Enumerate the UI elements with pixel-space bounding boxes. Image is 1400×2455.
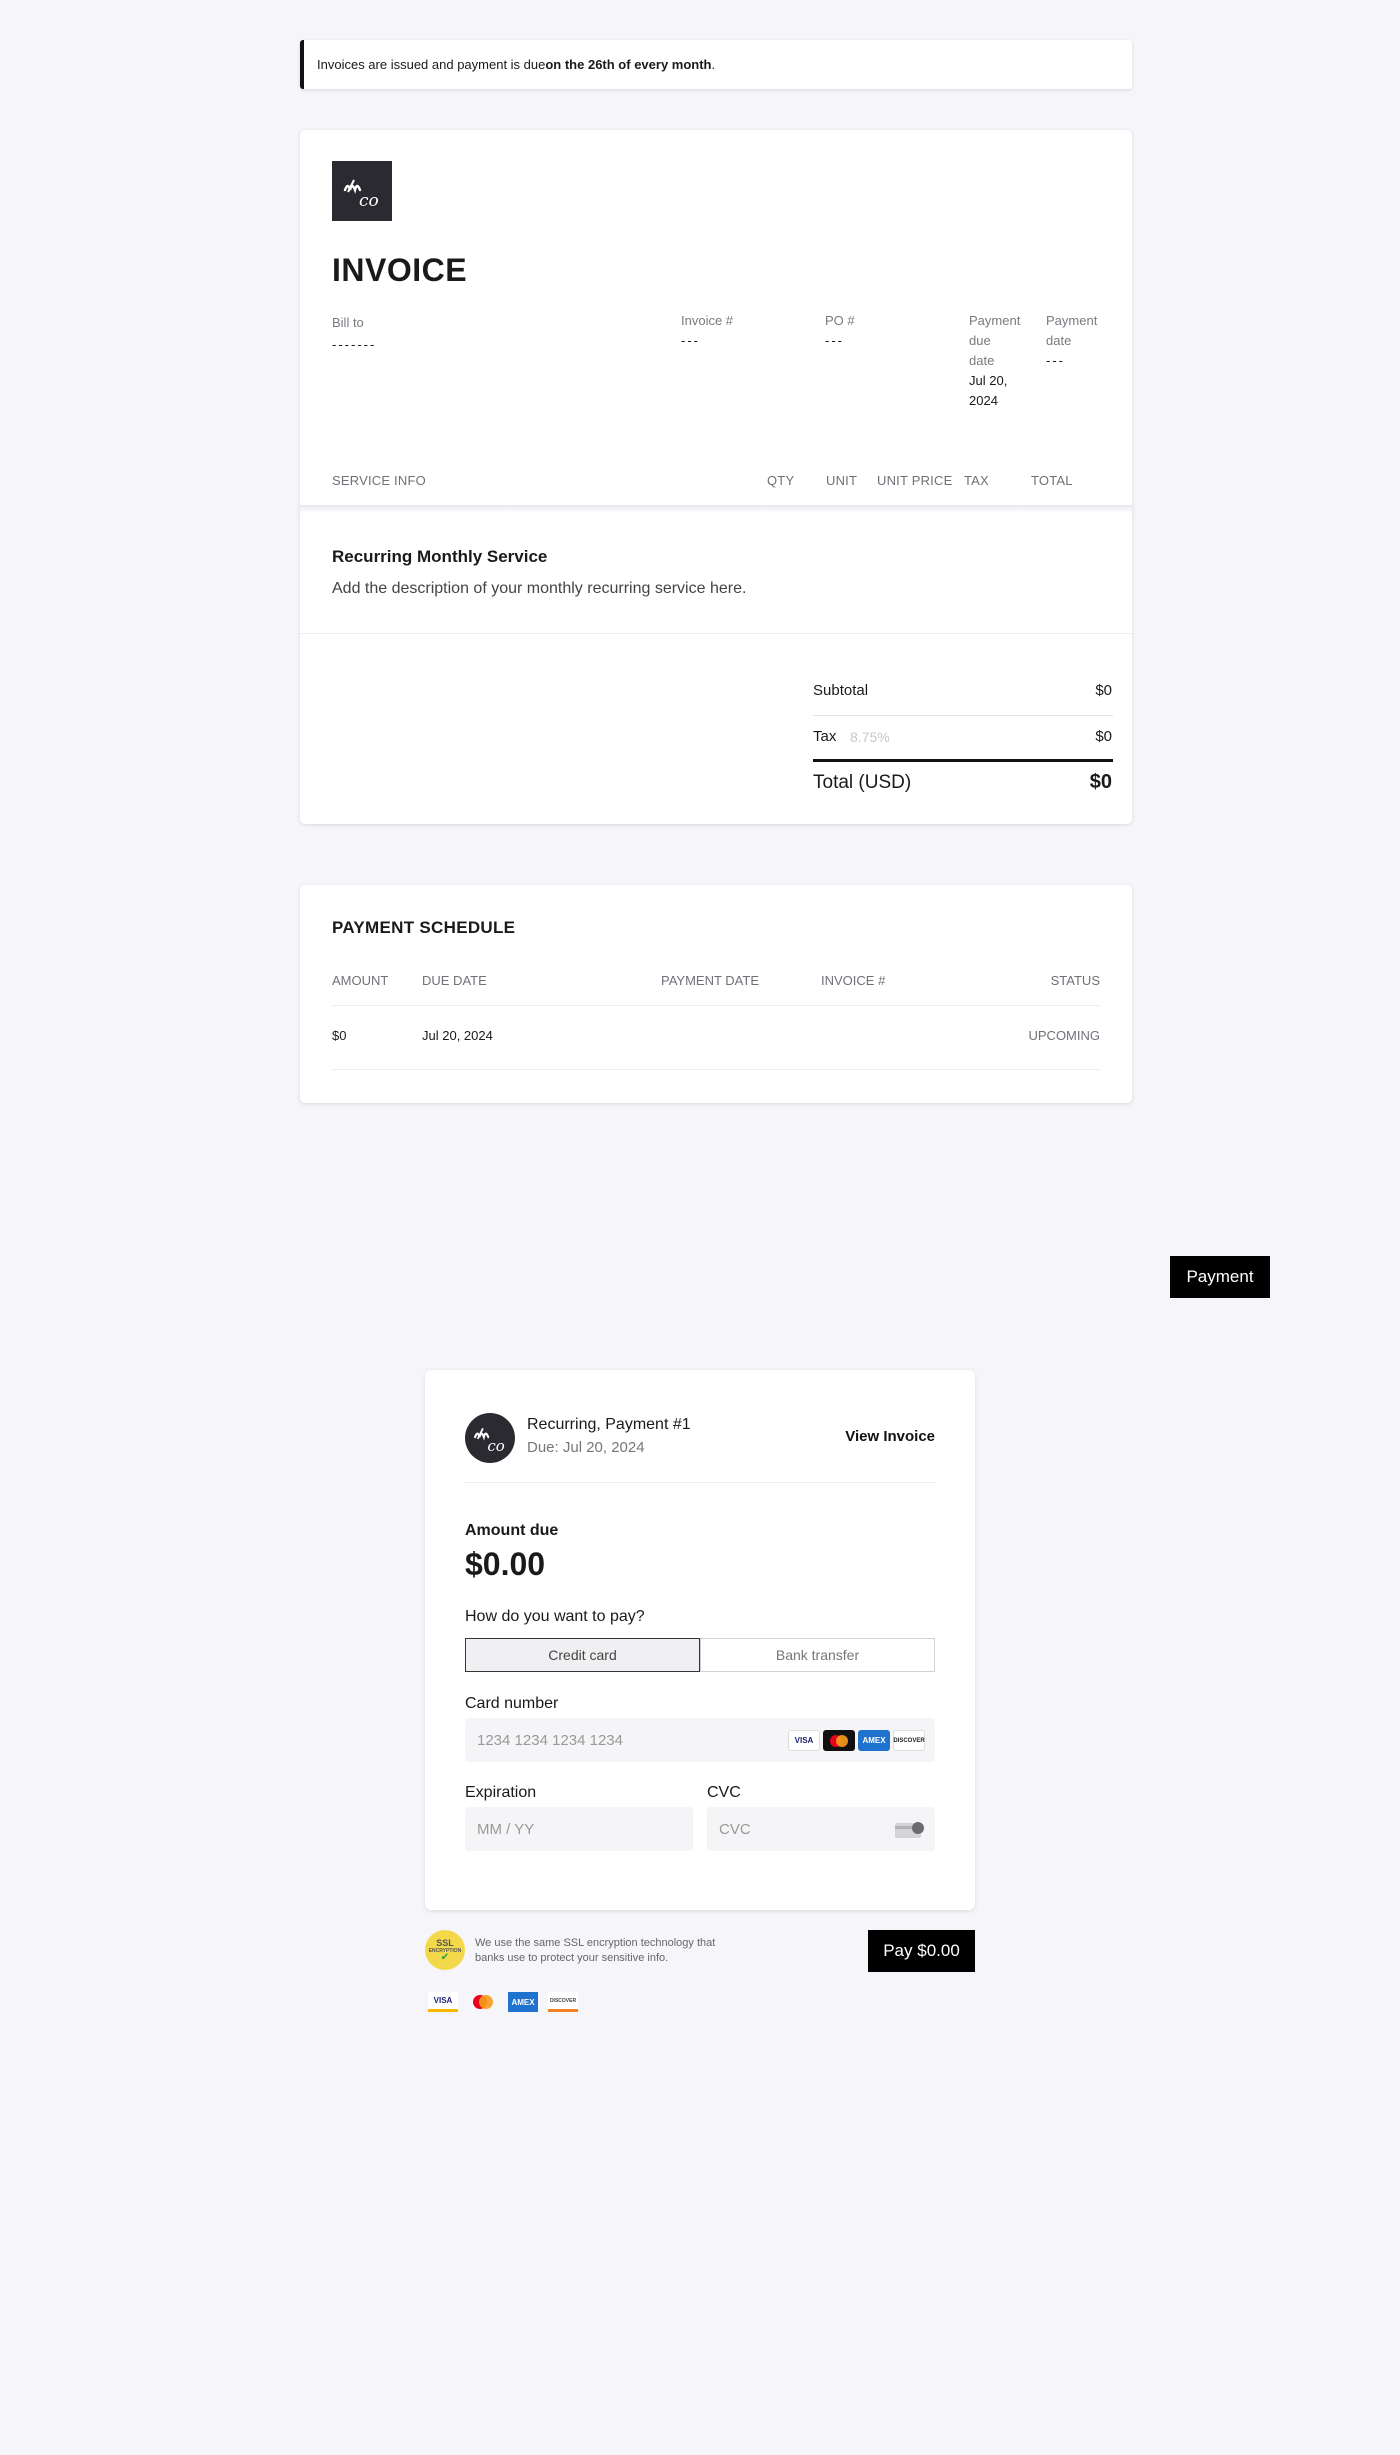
payment-date-value[interactable]: --- <box>1046 351 1065 371</box>
amount-due-label: Amount due <box>465 1522 559 1539</box>
payment-due-label-line: due <box>969 333 991 348</box>
tab-credit-card[interactable]: Credit card <box>465 1638 700 1672</box>
payment-due-value[interactable]: Jul 20, 2024 <box>969 371 1007 411</box>
cvc-placeholder: CVC <box>719 1820 751 1838</box>
mastercard-icon <box>468 1992 498 2012</box>
schedule-title: PAYMENT SCHEDULE <box>332 918 516 937</box>
schedule-header-due-date: DUE DATE <box>422 973 487 988</box>
invoice-number-label: Invoice # <box>681 313 734 328</box>
line-item-divider <box>300 633 1132 634</box>
po-number-label: PO # <box>825 313 855 328</box>
payment-method-label: How do you want to pay? <box>465 1608 645 1625</box>
schedule-row-due-date: Jul 20, 2024 <box>422 1028 493 1043</box>
payment-button[interactable]: Payment <box>1170 1256 1270 1298</box>
column-header-unit-price: UNIT PRICE <box>877 473 953 488</box>
service-description[interactable]: Add the description of your monthly recu… <box>332 580 746 598</box>
notice-text: Invoices are issued and payment is due <box>317 57 546 72</box>
payment-due-label-line: Payment <box>969 313 1021 328</box>
payment-card-divider <box>465 1482 935 1483</box>
mastercard-icon <box>823 1730 855 1751</box>
column-header-unit: UNIT <box>826 473 858 488</box>
bill-to-label: Bill to <box>332 315 364 330</box>
column-header-tax: TAX <box>964 473 989 488</box>
visa-icon: VISA <box>428 1992 458 2012</box>
cvc-input[interactable]: CVC <box>707 1807 935 1851</box>
subtotal-divider <box>813 715 1113 716</box>
payment-due-date: Due: Jul 20, 2024 <box>527 1439 645 1456</box>
schedule-row-divider <box>332 1069 1100 1070</box>
tax-label: Tax <box>813 728 837 745</box>
cvc-label: CVC <box>707 1784 741 1801</box>
view-invoice-link[interactable]: View Invoice <box>845 1428 935 1445</box>
payment-date-label-line: date <box>1046 333 1072 348</box>
subtotal-label: Subtotal <box>813 682 869 699</box>
company-logo-round: co <box>465 1413 515 1463</box>
invoice-card: co INVOICE Bill to ------- Invoice # ---… <box>300 130 1132 824</box>
billing-notice: Invoices are issued and payment is due o… <box>300 40 1132 89</box>
schedule-header-amount: AMOUNT <box>332 973 389 988</box>
tax-value: $0 <box>1095 728 1112 745</box>
footer-card-brands: VISA AMEX DISCOVER <box>428 1992 578 2012</box>
mco-logo-icon: co <box>343 179 379 211</box>
payment-card: co Recurring, Payment #1 Due: Jul 20, 20… <box>425 1370 975 1910</box>
accepted-cards: VISA AMEX DISCOVER <box>788 1730 925 1751</box>
pay-button[interactable]: Pay $0.00 <box>868 1930 975 1972</box>
schedule-header-divider <box>332 1005 1100 1006</box>
column-header-service-info: SERVICE INFO <box>332 473 426 488</box>
expiration-label: Expiration <box>465 1784 537 1801</box>
payment-date-label: Payment date <box>1046 311 1097 351</box>
svg-text:co: co <box>487 1437 504 1455</box>
payment-due-value-line: Jul 20, <box>969 373 1008 388</box>
expiration-input[interactable]: MM / YY <box>465 1807 693 1851</box>
svg-text:co: co <box>359 191 379 211</box>
amount-due-value: $0.00 <box>465 1546 546 1582</box>
amex-icon: AMEX <box>508 1992 538 2012</box>
notice-bold-text: on the 26th of every month <box>545 57 712 72</box>
schedule-row-status: UPCOMING <box>1028 1028 1101 1043</box>
payment-due-value-line: 2024 <box>969 393 998 408</box>
card-number-input[interactable]: 1234 1234 1234 1234 VISA AMEX DISCOVER <box>465 1718 935 1762</box>
check-icon: ✔ <box>440 1952 450 1963</box>
ssl-badge-icon: SSL ENCRYPTION ✔ <box>425 1930 465 1970</box>
total-value: $0 <box>1089 771 1112 793</box>
amex-icon: AMEX <box>858 1730 890 1751</box>
visa-icon: VISA <box>788 1730 820 1751</box>
schedule-header-status: STATUS <box>1050 973 1100 988</box>
card-number-placeholder: 1234 1234 1234 1234 <box>477 1731 623 1749</box>
ssl-badge-text: SSL <box>436 1938 454 1948</box>
bill-to-value[interactable]: ------- <box>332 335 376 355</box>
schedule-header-invoice-number: INVOICE # <box>821 973 886 988</box>
schedule-row-amount: $0 <box>332 1028 347 1043</box>
po-number-value[interactable]: --- <box>825 331 844 351</box>
schedule-header-payment-date: PAYMENT DATE <box>661 973 759 988</box>
header-divider <box>300 505 1132 513</box>
cvc-card-icon <box>895 1822 924 1838</box>
card-number-label: Card number <box>465 1695 559 1712</box>
discover-icon: DISCOVER <box>548 1992 578 2012</box>
discover-icon: DISCOVER <box>893 1730 925 1751</box>
column-header-total: TOTAL <box>1031 473 1073 488</box>
payment-schedule-card: PAYMENT SCHEDULE AMOUNT DUE DATE PAYMENT… <box>300 885 1132 1103</box>
mco-logo-icon: co <box>473 1427 505 1455</box>
payment-date-label-line: Payment <box>1046 313 1098 328</box>
payment-due-label: Payment due date <box>969 311 1020 371</box>
subtotal-value: $0 <box>1095 682 1112 699</box>
tax-rate-input[interactable]: 8.75% <box>850 729 890 745</box>
ssl-info-text: We use the same SSL encryption technolog… <box>475 1937 716 1964</box>
invoice-title: INVOICE <box>332 252 468 288</box>
tab-bank-transfer[interactable]: Bank transfer <box>700 1638 935 1672</box>
invoice-number-value[interactable]: --- <box>681 331 700 351</box>
total-label: Total (USD) <box>813 772 912 793</box>
payment-title: Recurring, Payment #1 <box>527 1416 691 1433</box>
company-logo: co <box>332 161 392 221</box>
expiration-placeholder: MM / YY <box>477 1820 535 1838</box>
column-header-qty: QTY <box>767 473 795 488</box>
payment-method-tabs: Credit card Bank transfer <box>465 1638 935 1672</box>
total-divider <box>813 759 1113 762</box>
service-title[interactable]: Recurring Monthly Service <box>332 547 547 567</box>
payment-due-label-line: date <box>969 353 995 368</box>
notice-text-suffix: . <box>711 57 716 72</box>
